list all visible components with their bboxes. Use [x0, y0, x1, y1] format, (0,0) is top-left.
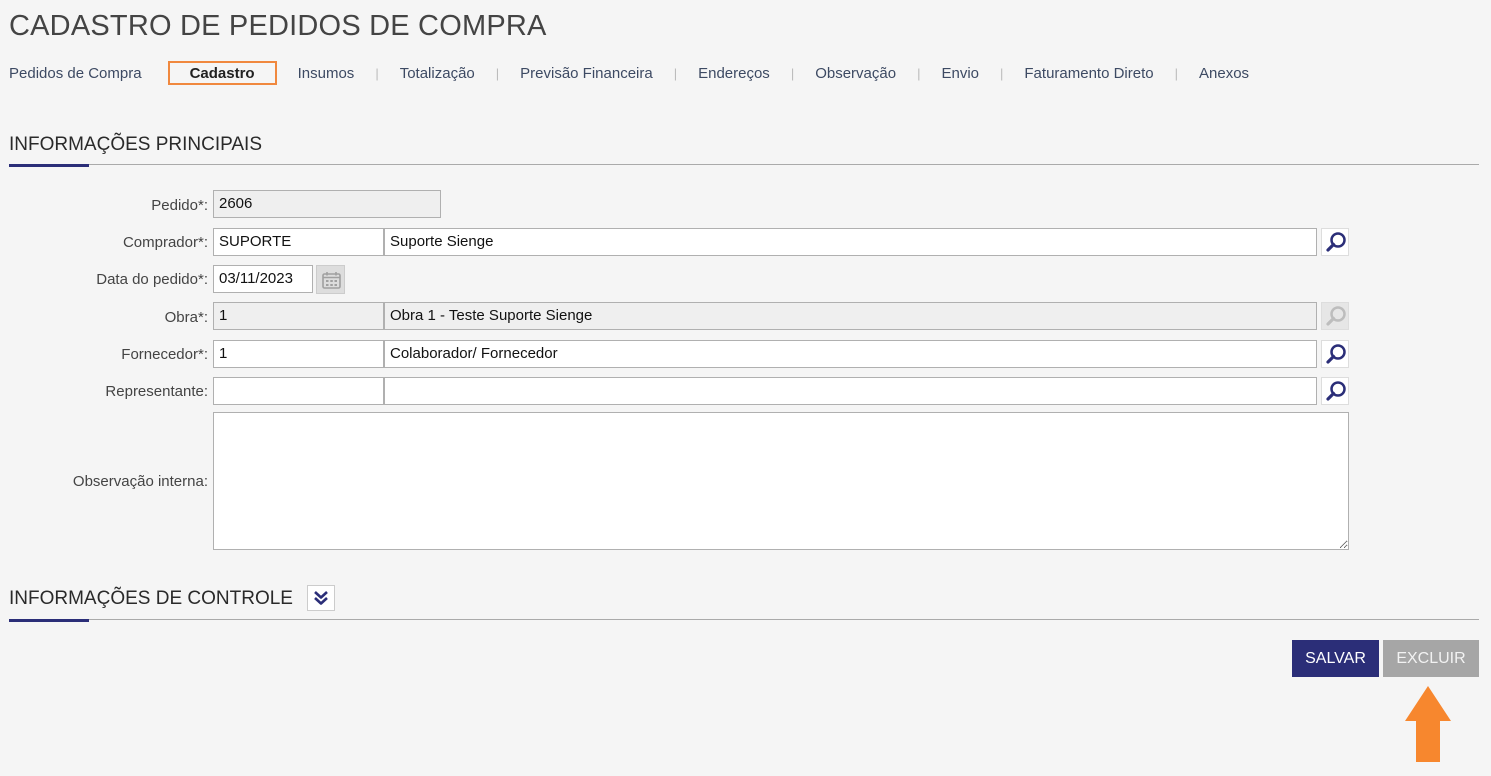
fornecedor-code-field[interactable]: 1 — [213, 340, 384, 368]
tab-insumos[interactable]: Insumos — [298, 65, 355, 82]
tab-bar: Pedidos de Compra Cadastro Insumos | Tot… — [9, 60, 1249, 86]
tab-separator: | — [1174, 65, 1179, 81]
magnifier-icon — [1326, 344, 1346, 364]
tab-envio[interactable]: Envio — [941, 65, 979, 82]
comprador-name-field[interactable]: Suporte Sienge — [384, 228, 1317, 256]
double-chevron-down-icon — [314, 591, 329, 605]
tab-separator: | — [917, 65, 921, 81]
magnifier-icon — [1326, 306, 1346, 326]
representante-code-field[interactable] — [213, 377, 384, 405]
calendar-button[interactable] — [316, 265, 345, 294]
fornecedor-name-field[interactable]: Colaborador/ Fornecedor — [384, 340, 1317, 368]
tab-separator: | — [673, 65, 678, 81]
pedido-field[interactable]: 2606 — [213, 190, 441, 218]
representante-label: Representante: — [105, 383, 208, 400]
magnifier-icon — [1326, 381, 1346, 401]
observacao-interna-textarea[interactable] — [213, 412, 1349, 550]
data-pedido-field[interactable]: 03/11/2023 — [213, 265, 313, 293]
tab-separator: | — [1000, 65, 1004, 81]
section-underline — [9, 164, 89, 167]
tab-pedidos-de-compra[interactable]: Pedidos de Compra — [9, 65, 142, 82]
tab-separator: | — [790, 65, 795, 81]
fornecedor-label: Fornecedor*: — [121, 346, 208, 363]
obra-label: Obra*: — [164, 309, 208, 326]
pedido-label: Pedido*: — [151, 197, 208, 214]
tab-cadastro[interactable]: Cadastro — [167, 61, 277, 85]
calendar-icon — [322, 272, 341, 289]
tab-totalizacao[interactable]: Totalização — [400, 65, 475, 82]
tab-observacao[interactable]: Observação — [815, 65, 896, 82]
representante-name-field[interactable] — [384, 377, 1317, 405]
page-title: CADASTRO DE PEDIDOS DE COMPRA — [9, 10, 547, 42]
save-button[interactable]: SALVAR — [1292, 640, 1379, 677]
arrow-up-icon — [1405, 686, 1451, 762]
obra-name-field[interactable]: Obra 1 - Teste Suporte Sienge — [384, 302, 1317, 330]
obra-lookup-button[interactable] — [1321, 302, 1349, 330]
data-pedido-label: Data do pedido*: — [96, 271, 208, 288]
expand-section-button[interactable] — [307, 585, 336, 611]
comprador-label: Comprador*: — [122, 234, 208, 251]
tab-previsao-financeira[interactable]: Previsão Financeira — [520, 65, 653, 82]
delete-button[interactable]: EXCLUIR — [1383, 640, 1479, 677]
tab-enderecos[interactable]: Endereços — [698, 65, 770, 82]
section-title: INFORMAÇÕES PRINCIPAIS — [9, 134, 263, 155]
representante-lookup-button[interactable] — [1321, 377, 1349, 405]
observacao-interna-label: Observação interna: — [72, 473, 208, 490]
magnifier-icon — [1326, 232, 1346, 252]
tab-anexos[interactable]: Anexos — [1199, 65, 1249, 82]
section-underline — [9, 619, 89, 622]
comprador-code-field[interactable]: SUPORTE — [213, 228, 384, 256]
tab-separator: | — [375, 65, 379, 81]
obra-code-field[interactable]: 1 — [213, 302, 384, 330]
tab-faturamento-direto[interactable]: Faturamento Direto — [1024, 65, 1153, 82]
section-main-info: INFORMAÇÕES PRINCIPAIS — [9, 133, 1479, 167]
comprador-lookup-button[interactable] — [1321, 228, 1349, 256]
section-control-info: INFORMAÇÕES DE CONTROLE — [9, 585, 1479, 622]
section-title: INFORMAÇÕES DE CONTROLE — [9, 588, 293, 609]
tab-separator: | — [495, 65, 500, 81]
fornecedor-lookup-button[interactable] — [1321, 340, 1349, 368]
